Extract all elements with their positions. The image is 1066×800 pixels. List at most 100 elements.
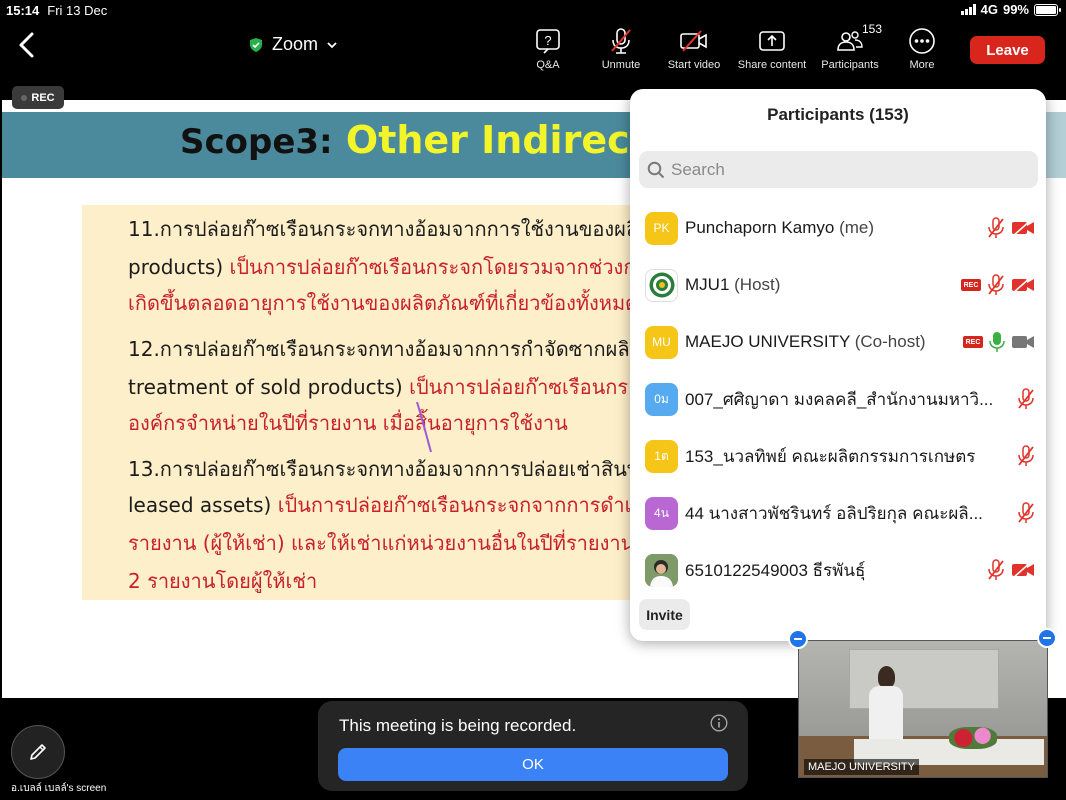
back-chevron-icon[interactable]	[14, 30, 40, 60]
share-content-label: Share content	[737, 59, 807, 71]
university-logo-icon	[649, 272, 674, 298]
slide-line: รายงาน (ผู้ให้เช่า) และให้เช่าแก่หน่วยงา…	[128, 531, 645, 555]
search-icon	[647, 161, 665, 178]
avatar: 0ม	[645, 382, 678, 416]
slide-line-desc: เป็นการปล่อยก๊าซเรือนกร	[402, 375, 629, 399]
participant-name: Punchaporn Kamyo	[685, 218, 835, 237]
slide-line: leased assets) เป็นการปล่อยก๊าซเรือนกระจ…	[128, 489, 645, 521]
slide-line: 12.การปล่อยก๊าซเรือนกระจกทางอ้อมจากการกำ…	[128, 337, 643, 361]
video-name-label: MAEJO UNIVERSITY	[804, 759, 919, 775]
leave-button[interactable]: Leave	[970, 36, 1045, 64]
participant-row[interactable]: 6510122549003 ธีรพันธุ์	[645, 550, 1035, 590]
mic-muted-icon	[1018, 502, 1034, 523]
unmute-label: Unmute	[601, 59, 641, 71]
video-on-icon	[1012, 336, 1034, 348]
participant-row[interactable]: 1ต 153_นวลทิพย์ คณะผลิตกรรมการเกษตร	[645, 436, 1035, 476]
slide-title-topic: Other Indirect	[345, 118, 648, 162]
participant-name-wrap: MJU1 (Host)	[685, 275, 780, 295]
slide-line-term: leased assets)	[128, 493, 272, 517]
recording-badge-icon: REC	[963, 336, 983, 348]
search-input[interactable]	[671, 159, 1011, 180]
collapse-video-handle-icon[interactable]	[1037, 628, 1057, 648]
participant-role: (Co-host)	[854, 332, 926, 351]
meeting-title-dropdown[interactable]: Zoom	[248, 34, 338, 55]
video-speaker	[869, 666, 903, 741]
more-label: More	[909, 59, 935, 71]
info-icon[interactable]	[710, 714, 728, 732]
network-label: 4G	[980, 2, 998, 17]
participant-row[interactable]: 0ม 007_ศศิญาดา มงคลคลี_สำนักงานมหาวิ...	[645, 379, 1035, 419]
slide-line-desc: เป็นการปล่อยก๊าซเรือนกระจกโดยรวมจากช่วงก	[223, 255, 636, 279]
app-title: Zoom	[272, 34, 319, 54]
slide-line: เกิดขึ้นตลอดอายุการใช้งานของผลิตภัณฑ์ที่…	[128, 291, 639, 315]
chevron-down-icon	[327, 41, 337, 48]
slide-line-term: treatment of sold products)	[128, 375, 403, 399]
recording-notice: This meeting is being recorded. OK	[318, 701, 748, 791]
pencil-icon	[30, 744, 46, 760]
participant-status-icons	[987, 217, 1035, 239]
slide-line-term: products)	[128, 255, 224, 279]
participant-name-wrap: MAEJO UNIVERSITY (Co-host)	[685, 332, 926, 352]
mic-muted-icon	[1018, 445, 1034, 466]
more-button[interactable]: More	[877, 26, 967, 71]
mic-muted-icon	[988, 217, 1004, 238]
share-icon	[727, 26, 817, 56]
qa-label: Q&A	[536, 59, 560, 71]
start-video-label: Start video	[667, 59, 721, 71]
minimize-video-handle-icon[interactable]	[788, 629, 808, 649]
video-off-icon	[1012, 276, 1034, 294]
participant-name: 44 นางสาวพัชรินทร์ อลิปริยกุล คณะผลิ...	[685, 503, 983, 523]
participant-row[interactable]: MU MAEJO UNIVERSITY (Co-host) REC	[645, 322, 1035, 362]
annotate-button[interactable]	[11, 725, 65, 779]
recording-badge-icon: REC	[961, 279, 981, 291]
ok-button[interactable]: OK	[338, 748, 728, 781]
participant-status-icons	[1017, 445, 1035, 467]
video-off-icon	[1012, 561, 1034, 579]
video-off-icon	[1012, 219, 1034, 237]
mic-on-icon	[989, 332, 1005, 352]
slide-line: 13.การปล่อยก๊าซเรือนกระจกทางอ้อมจากการปล…	[128, 457, 641, 481]
slide-line-desc: เป็นการปล่อยก๊าซเรือนกระจกจากการดำเนิ	[271, 493, 646, 517]
participant-row[interactable]: 4น 44 นางสาวพัชรินทร์ อลิปริยกุล คณะผลิ.…	[645, 493, 1035, 533]
participant-role: (Host)	[734, 275, 781, 294]
participant-name: 007_ศศิญาดา มงคลคลี_สำนักงานมหาวิ...	[685, 389, 994, 409]
status-right: 4G 99%	[960, 2, 1061, 17]
record-dot-icon	[21, 94, 28, 101]
participant-row[interactable]: MJU1 (Host) REC	[645, 265, 1035, 305]
participant-row[interactable]: PK Punchaporn Kamyo (me)	[645, 208, 1035, 248]
participant-name: MAEJO UNIVERSITY	[685, 332, 850, 351]
status-date: Fri 13 Dec	[47, 2, 108, 18]
avatar: 1ต	[645, 439, 678, 473]
participants-panel-title: Participants (153)	[767, 105, 909, 124]
mic-muted-icon	[988, 274, 1004, 295]
participant-status-icons	[1017, 388, 1035, 410]
participant-name-wrap: Punchaporn Kamyo (me)	[685, 218, 874, 238]
svg-text:?: ?	[544, 33, 551, 48]
mic-muted-icon	[988, 559, 1004, 580]
participant-name: 6510122549003 ธีรพันธุ์	[685, 560, 866, 580]
active-speaker-video[interactable]: MAEJO UNIVERSITY	[798, 640, 1048, 778]
video-off-icon	[649, 26, 739, 56]
participant-status-icons	[1017, 502, 1035, 524]
share-content-button[interactable]: Share content	[727, 26, 817, 71]
avatar	[645, 553, 678, 587]
signal-icon	[960, 4, 976, 15]
participant-name: MJU1	[685, 275, 730, 294]
status-time: 15:14	[6, 2, 40, 18]
meeting-toolbar: Zoom ? Q&A Unmute Start video Share cont…	[0, 20, 1066, 78]
slide-line: 2 รายงานโดยผู้ให้เช่า	[128, 569, 318, 593]
participants-label: Participants	[821, 59, 879, 71]
battery-icon	[1034, 3, 1061, 16]
avatar	[645, 268, 678, 302]
slide-line: products) เป็นการปล่อยก๊าซเรือนกระจกโดยร…	[128, 251, 635, 283]
avatar: MU	[645, 325, 678, 359]
slide-line: treatment of sold products) เป็นการปล่อย…	[128, 371, 628, 403]
invite-button[interactable]: Invite	[639, 599, 690, 630]
speaker-head	[878, 666, 895, 688]
start-video-button[interactable]: Start video	[649, 26, 739, 71]
slide-line: องค์กรจำหน่ายในปีที่รายงาน เมื่อสิ้นอายุ…	[128, 411, 568, 435]
participant-search[interactable]	[639, 151, 1038, 188]
participant-role: (me)	[839, 218, 875, 237]
profile-photo-icon	[645, 553, 678, 587]
speaker-body	[869, 686, 903, 741]
